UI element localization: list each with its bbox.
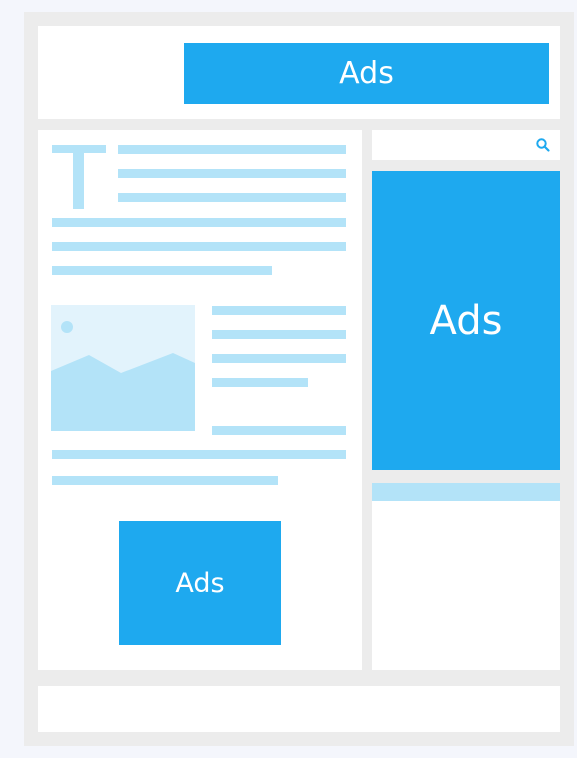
- text-line: [118, 145, 346, 154]
- header-ad-label: Ads: [339, 56, 394, 91]
- sidebar-search-bar[interactable]: [372, 130, 560, 160]
- text-line: [52, 266, 272, 275]
- drop-cap-icon: [52, 145, 106, 209]
- header-ad-banner[interactable]: Ads: [184, 43, 549, 104]
- text-line: [52, 242, 346, 251]
- text-line: [52, 450, 346, 459]
- text-line: [212, 354, 346, 363]
- sidebar-widget: [372, 483, 560, 670]
- text-line: [212, 306, 346, 315]
- text-line: [212, 330, 346, 339]
- search-icon[interactable]: [535, 137, 551, 153]
- footer-bar: [38, 686, 560, 732]
- article-ad-label: Ads: [175, 567, 225, 599]
- image-placeholder-icon: [51, 305, 195, 431]
- text-line: [212, 378, 308, 387]
- article-ad-block[interactable]: Ads: [119, 521, 281, 645]
- sidebar-ad-block[interactable]: Ads: [372, 171, 560, 470]
- text-line: [52, 476, 278, 485]
- sidebar-ad-label: Ads: [429, 297, 503, 344]
- text-line: [118, 169, 346, 178]
- text-line: [118, 193, 346, 202]
- sidebar-widget-header: [372, 483, 560, 501]
- text-line: [212, 426, 346, 435]
- text-line: [52, 218, 346, 227]
